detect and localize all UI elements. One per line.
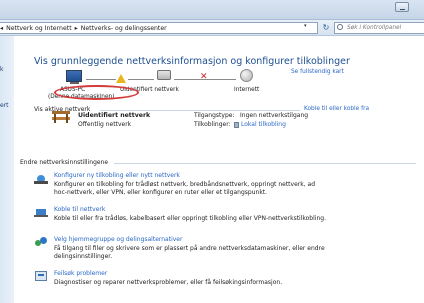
left-navigation-pane: k ert	[0, 36, 14, 303]
computer-stand	[70, 82, 79, 84]
connect-network-icon	[34, 206, 48, 218]
task-homegroup-link[interactable]: Velg hjemmegruppe og delingsalternativer	[54, 236, 182, 243]
computer-icon[interactable]	[66, 70, 82, 82]
search-icon	[337, 24, 343, 30]
connect-disconnect-link[interactable]: Koble til eller koble fra	[304, 106, 369, 112]
access-type-value: Ingen nettverkstilgang	[240, 112, 309, 119]
broken-connection-icon: ✕	[200, 72, 208, 82]
internet-label: Internett	[234, 87, 260, 93]
main-content: Vis grunnleggende nettverksinformasjon o…	[14, 36, 424, 303]
task-new-connection-desc-1: Konfigurer en tilkobling for trådløst ne…	[54, 181, 316, 188]
leftpane-item-1[interactable]: k	[0, 66, 3, 73]
warning-icon	[116, 74, 126, 83]
page-title: Vis grunnleggende nettverksinformasjon o…	[34, 56, 350, 67]
minimize-button[interactable]	[395, 2, 409, 12]
breadcrumb-separator-icon[interactable]: ▸	[75, 25, 78, 32]
troubleshoot-icon	[34, 270, 48, 282]
address-dropdown-icon[interactable]: ▾	[304, 23, 307, 29]
address-bar: ◂ Nettverk og Internett ▸ Nettverks- og …	[0, 20, 424, 36]
lan-connection-icon	[234, 121, 239, 128]
breadcrumb-item-sharing-center[interactable]: Nettverks- og delingssenter	[81, 25, 167, 32]
homegroup-icon	[34, 236, 48, 248]
full-map-link[interactable]: Se fullstendig kart	[291, 69, 344, 75]
leftpane-item-2[interactable]: ert	[0, 102, 9, 109]
new-connection-icon	[34, 172, 48, 184]
highlight-annotation	[54, 85, 139, 100]
active-network-type[interactable]: Offentlig nettverk	[78, 121, 131, 128]
section-divider	[100, 110, 300, 111]
search-input[interactable]: Søk i Kontrollpanel	[334, 22, 424, 34]
breadcrumb-item-network-internet[interactable]: Nettverk og Internett	[6, 25, 72, 32]
breadcrumb-back-glyph[interactable]: ◂	[0, 25, 3, 32]
connection-line	[86, 79, 116, 80]
window-titlebar	[0, 0, 424, 20]
connections-label: Tilkoblinger:	[194, 121, 231, 128]
task-new-connection-desc-2: hoc-nettverk, eller VPN, eller konfigure…	[54, 189, 268, 196]
task-homegroup-desc-2: delingsinnstillinger.	[54, 253, 113, 260]
task-troubleshoot-desc-1: Diagnostiser og reparer nettverksproblem…	[54, 279, 283, 286]
breadcrumb[interactable]: ◂ Nettverk og Internett ▸ Nettverks- og …	[0, 22, 318, 34]
task-connect-network-desc-1: Koble til eller fra trådløs, kabelbasert…	[54, 215, 326, 222]
task-new-connection-link[interactable]: Konfigurer ny tilkobling eller nytt nett…	[54, 172, 180, 179]
task-connect-network-link[interactable]: Koble til nettverk	[54, 206, 105, 213]
refresh-icon[interactable]: ↻	[320, 22, 332, 34]
task-troubleshoot-link[interactable]: Feilsøk problemer	[54, 270, 107, 277]
local-connection-link[interactable]: Lokal tilkobling	[241, 121, 286, 128]
active-network-name: Uidentifiert nettverk	[78, 112, 151, 119]
task-homegroup-desc-1: Få tilgang til filer og skrivere som er …	[54, 245, 325, 252]
access-type-label: Tilgangstype:	[194, 112, 235, 119]
change-settings-heading: Endre nettverksinnstillingene	[20, 159, 109, 166]
connections-value-wrapper[interactable]: Lokal tilkobling	[234, 121, 286, 128]
network-icon[interactable]	[157, 70, 171, 80]
public-network-icon	[52, 111, 70, 123]
section-divider	[114, 163, 416, 164]
internet-globe-icon[interactable]	[240, 69, 253, 82]
connection-line	[128, 79, 154, 80]
